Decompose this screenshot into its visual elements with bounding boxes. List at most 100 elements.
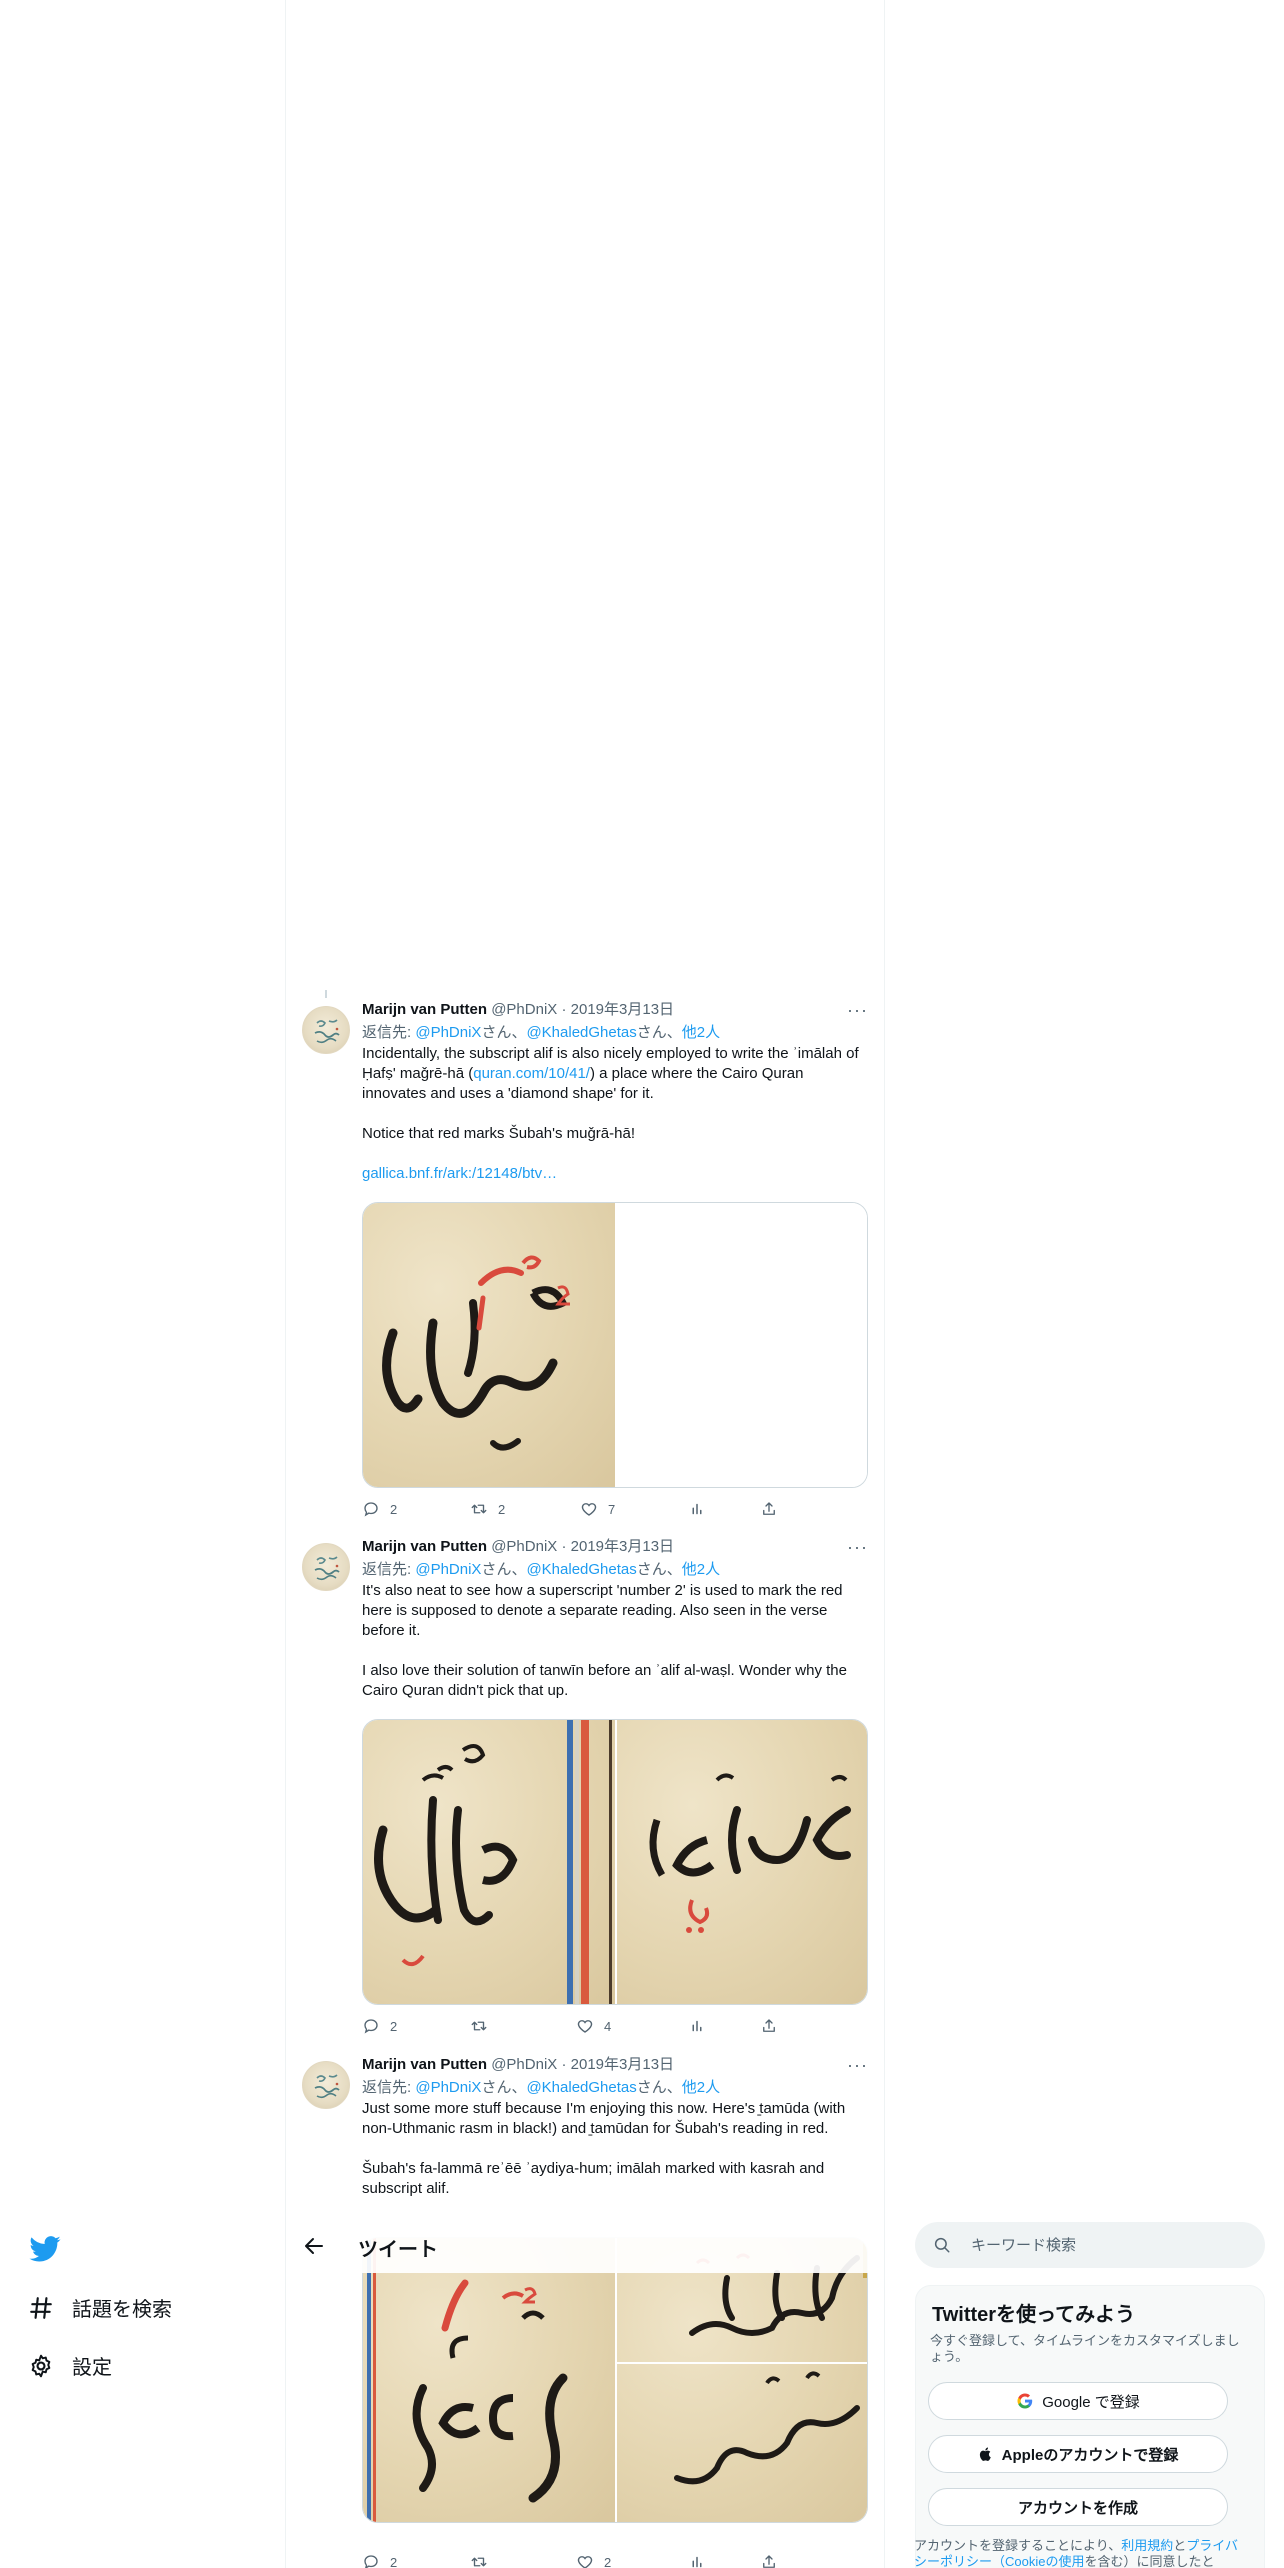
reply-count: 2 bbox=[390, 2554, 398, 2568]
author-name[interactable]: Marijn van Putten bbox=[362, 2056, 487, 2073]
tweet-actions: 2 2 7 bbox=[362, 1500, 782, 1520]
signup-subtitle: 今すぐ登録して、タイムラインをカスタマイズしましょう。 bbox=[930, 2333, 1240, 2364]
create-account-button[interactable]: アカウントを作成 bbox=[928, 2488, 1228, 2526]
reply-context: 返信先: @PhDniXさん、@KhaledGhetasさん、他2人 bbox=[362, 2077, 868, 2099]
like-button[interactable]: 2 bbox=[576, 2553, 611, 2568]
analytics-button[interactable] bbox=[688, 2553, 706, 2568]
reply-context: 返信先: @PhDniXさん、@KhaledGhetasさん、他2人 bbox=[362, 1022, 868, 1044]
reply-button[interactable]: 2 bbox=[362, 2553, 397, 2568]
reply-button[interactable]: 2 bbox=[362, 1500, 397, 1518]
author-handle[interactable]: @PhDniX bbox=[491, 2056, 557, 2073]
tweet-date[interactable]: 2019年3月13日 bbox=[571, 1538, 674, 1555]
author-name[interactable]: Marijn van Putten bbox=[362, 1538, 487, 1555]
twitter-bird-icon[interactable] bbox=[28, 2232, 62, 2266]
legal-notice: アカウントを登録することにより、利用規約とプライバシーポリシー（Cookieの使… bbox=[914, 2538, 1244, 2568]
nav-settings[interactable]: 設定 bbox=[28, 2351, 112, 2380]
top-bar: ツイート bbox=[286, 2220, 884, 2273]
more-options-button[interactable]: ··· bbox=[847, 2055, 868, 2076]
search-input[interactable] bbox=[971, 2222, 1251, 2268]
avatar[interactable] bbox=[302, 2061, 350, 2109]
tweet[interactable]: Marijn van Putten @PhDniX · 2019年3月13日 ·… bbox=[286, 1537, 884, 2055]
like-button[interactable]: 4 bbox=[576, 2017, 611, 2035]
tweet[interactable]: Marijn van Putten @PhDniX · 2019年3月13日 ·… bbox=[286, 1000, 884, 1536]
legal-text: を含む）に同意したと bbox=[1084, 2554, 1215, 2568]
retweet-button[interactable]: 2 bbox=[470, 1500, 505, 1518]
reply-suffix: さん、 bbox=[481, 1024, 527, 1041]
like-button[interactable]: 7 bbox=[580, 1500, 615, 1518]
tweet-media[interactable] bbox=[362, 1719, 868, 2005]
author-handle[interactable]: @PhDniX bbox=[491, 1001, 557, 1018]
tweet-link[interactable]: gallica.bnf.fr/ark:/12148/btv… bbox=[362, 1165, 557, 1182]
share-icon bbox=[763, 2555, 775, 2568]
more-options-button[interactable]: ··· bbox=[847, 1537, 868, 1558]
avatar-image bbox=[314, 1556, 340, 1581]
nav-explore[interactable]: 話題を検索 bbox=[28, 2293, 172, 2322]
analytics-button[interactable] bbox=[688, 2017, 706, 2035]
manuscript-image[interactable] bbox=[617, 2238, 867, 2522]
mention-link[interactable]: @KhaledGhetas bbox=[526, 1561, 636, 1578]
tweet-text: It's also neat to see how a superscript … bbox=[362, 1581, 868, 1701]
reply-button[interactable]: 2 bbox=[362, 2017, 397, 2035]
manuscript-image[interactable] bbox=[617, 1720, 867, 2004]
retweet-button[interactable] bbox=[470, 2017, 498, 2035]
legal-text: アカウントを登録することにより、 bbox=[914, 2538, 1122, 2553]
reply-others-link[interactable]: 他2人 bbox=[682, 1561, 720, 1578]
terms-link[interactable]: 利用規約 bbox=[1121, 2538, 1173, 2553]
center-column-right-border bbox=[884, 0, 885, 2568]
analytics-icon bbox=[692, 2020, 702, 2032]
google-signup-label: Google で登録 bbox=[1042, 2393, 1140, 2411]
like-count: 4 bbox=[604, 2018, 612, 2034]
tweet-date[interactable]: 2019年3月13日 bbox=[571, 2056, 674, 2073]
avatar[interactable] bbox=[302, 1006, 350, 1054]
legal-text: と bbox=[1173, 2538, 1187, 2553]
retweet-icon bbox=[471, 2021, 487, 2031]
reply-prefix: 返信先: bbox=[362, 1561, 416, 1578]
mention-link[interactable]: @KhaledGhetas bbox=[526, 1024, 636, 1041]
reply-count: 2 bbox=[390, 2018, 398, 2034]
search-box[interactable] bbox=[915, 2222, 1265, 2268]
share-icon bbox=[763, 2019, 775, 2032]
avatar[interactable] bbox=[302, 1543, 350, 1591]
tweet-paragraph: Notice that red marks Šubah's muǧrā-hā! bbox=[362, 1125, 635, 1142]
apple-signup-button[interactable]: Appleのアカウントで登録 bbox=[928, 2435, 1228, 2473]
back-arrow-icon[interactable] bbox=[302, 2234, 326, 2258]
tweet-actions: 2 2 bbox=[362, 2553, 782, 2568]
more-options-button[interactable]: ··· bbox=[847, 1000, 868, 1021]
mention-link[interactable]: @PhDniX bbox=[415, 1024, 481, 1041]
share-button[interactable] bbox=[760, 1500, 778, 1518]
share-button[interactable] bbox=[760, 2553, 778, 2568]
mention-link[interactable]: @KhaledGhetas bbox=[526, 2079, 636, 2096]
cookie-link[interactable]: （Cookieの使用 bbox=[992, 2554, 1084, 2568]
reply-prefix: 返信先: bbox=[362, 2079, 416, 2096]
reply-suffix: さん、 bbox=[481, 2079, 527, 2096]
mention-link[interactable]: @PhDniX bbox=[415, 2079, 481, 2096]
mention-link[interactable]: @PhDniX bbox=[415, 1561, 481, 1578]
avatar-image bbox=[314, 1019, 340, 1044]
signup-panel: Twitterを使ってみよう 今すぐ登録して、タイムラインをカスタマイズしましょ… bbox=[915, 2285, 1265, 2568]
like-count: 7 bbox=[608, 1501, 616, 1517]
heart-icon bbox=[577, 2556, 593, 2568]
page-title: ツイート bbox=[358, 2239, 438, 2261]
reply-others-link[interactable]: 他2人 bbox=[682, 2079, 720, 2096]
tweet-media[interactable] bbox=[362, 2237, 868, 2523]
reply-others-link[interactable]: 他2人 bbox=[682, 1024, 720, 1041]
tweet-date[interactable]: 2019年3月13日 bbox=[571, 1001, 674, 1018]
tweet-link[interactable]: quran.com/10/41/ bbox=[473, 1065, 590, 1082]
share-button[interactable] bbox=[760, 2017, 778, 2035]
manuscript-image[interactable] bbox=[363, 1203, 615, 1487]
author-name[interactable]: Marijn van Putten bbox=[362, 1001, 487, 1018]
tweet[interactable]: Marijn van Putten @PhDniX · 2019年3月13日 ·… bbox=[286, 2055, 884, 2568]
media-blank-area bbox=[615, 1203, 867, 1487]
tweet-text: Incidentally, the subscript alif is also… bbox=[362, 1044, 868, 1184]
thread-connector bbox=[325, 990, 327, 998]
manuscript-image[interactable] bbox=[363, 2238, 615, 2522]
search-icon bbox=[934, 2237, 950, 2253]
author-handle[interactable]: @PhDniX bbox=[491, 1538, 557, 1555]
retweet-button[interactable] bbox=[470, 2553, 498, 2568]
manuscript-image[interactable] bbox=[363, 1720, 615, 2004]
like-count: 2 bbox=[604, 2554, 612, 2568]
analytics-button[interactable] bbox=[688, 1500, 706, 1518]
reply-suffix: さん、 bbox=[636, 2079, 682, 2096]
google-signup-button[interactable]: Google で登録 bbox=[928, 2382, 1228, 2420]
tweet-media[interactable] bbox=[362, 1202, 868, 1488]
